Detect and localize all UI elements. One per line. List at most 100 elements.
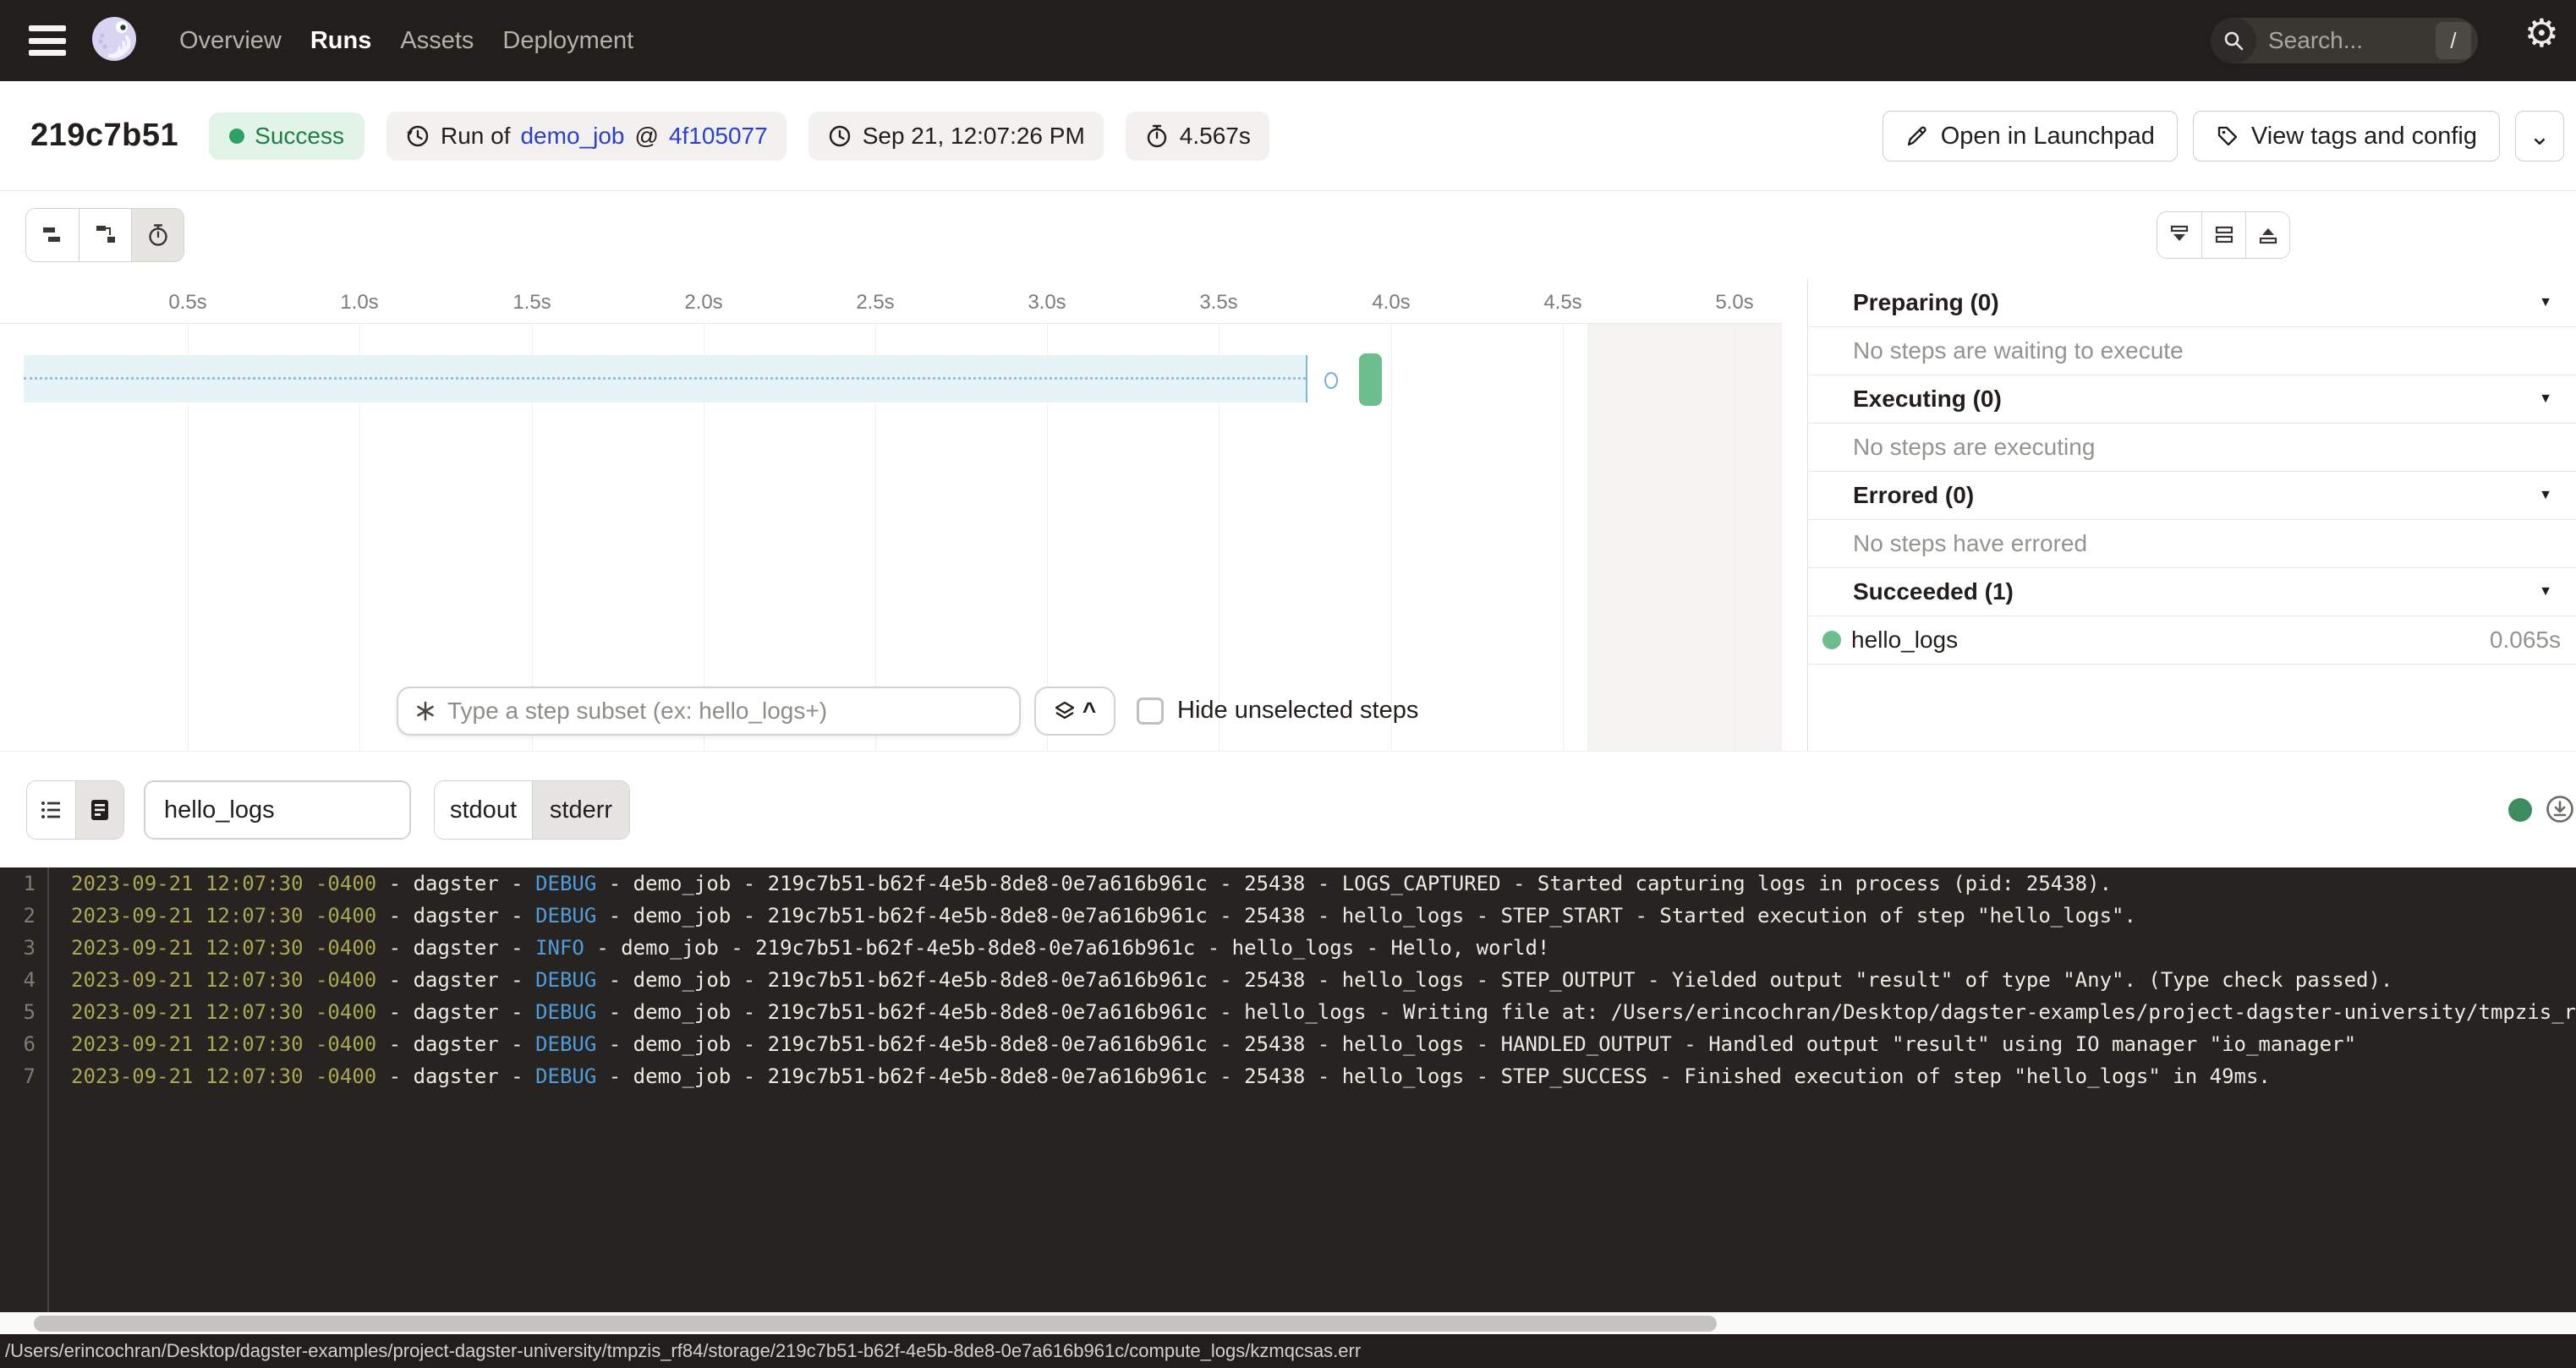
rows-button[interactable]: [2201, 212, 2245, 258]
log-line: 32023-09-21 12:07:30 -0400 - dagster - I…: [0, 932, 2576, 964]
step-expand-group: [2157, 211, 2290, 259]
panel-empty-row: No steps have errored: [1808, 520, 2576, 568]
nav-item-deployment[interactable]: Deployment: [502, 27, 633, 55]
graph-query-toggle-button[interactable]: ^: [1034, 687, 1115, 736]
panel-section-succeeded[interactable]: Succeeded (1) ▼: [1808, 568, 2576, 616]
raw-log-output: 12023-09-21 12:07:30 -0400 - dagster - D…: [0, 867, 2576, 1312]
gantt-toolbar: Hide not started steps Re-execute all (*…: [0, 191, 2576, 279]
stopwatch-icon: [1144, 123, 1170, 149]
expand-down-button[interactable]: [2157, 212, 2201, 258]
top-nav: Overview Runs Assets Deployment Search..…: [0, 0, 2576, 81]
log-toolbar: stdout stderr: [0, 751, 2576, 867]
step-subset-filter: [397, 687, 1021, 736]
step-bar-hello-logs[interactable]: [1359, 353, 1382, 406]
caret-down-icon: ▼: [2539, 488, 2552, 503]
search-input[interactable]: Search... /: [2211, 18, 2478, 63]
log-view-mode-group: [26, 780, 124, 840]
axis-line: [0, 323, 1782, 324]
step-status-panel: Preparing (0) ▼ No steps are waiting to …: [1807, 279, 2576, 751]
download-log-icon[interactable]: [2544, 793, 2576, 825]
collapse-up-button[interactable]: [2245, 212, 2289, 258]
axis-tick: 3.0s: [1028, 291, 1066, 315]
dagster-logo-icon[interactable]: [90, 14, 140, 68]
gantt-chart: 0.5s 1.0s 1.5s 2.0s 2.5s 3.0s 3.5s 4.0s …: [0, 279, 1806, 751]
axis-tick: 4.0s: [1372, 291, 1410, 315]
panel-step-row-hello-logs[interactable]: hello_logs 0.065s: [1808, 616, 2576, 665]
more-actions-button[interactable]: ⌄: [2515, 111, 2564, 161]
panel-section-executing[interactable]: Executing (0) ▼: [1808, 375, 2576, 424]
menu-icon[interactable]: [29, 25, 68, 56]
tab-stdout[interactable]: stdout: [435, 781, 532, 839]
log-line: 62023-09-21 12:07:30 -0400 - dagster - D…: [0, 1028, 2576, 1060]
run-id-title: 219c7b51: [30, 118, 178, 154]
duration-tag: 4.567s: [1126, 112, 1269, 161]
status-badge: Success: [209, 112, 364, 160]
log-path-statusbar: /Users/erincochran/Desktop/dagster-examp…: [0, 1334, 2576, 1368]
gutter-divider: [47, 867, 49, 1312]
search-placeholder: Search...: [2268, 27, 2436, 54]
open-in-launchpad-button[interactable]: Open in Launchpad: [1883, 111, 2178, 161]
nav-items: Overview Runs Assets Deployment: [179, 27, 633, 55]
caret-down-icon: ▼: [2539, 584, 2552, 599]
layers-icon: [1054, 700, 1076, 722]
horizontal-scrollbar-thumb[interactable]: [34, 1316, 1717, 1332]
horizontal-scrollbar-track[interactable]: [0, 1312, 2576, 1334]
hide-unselected-row: Hide unselected steps: [1137, 697, 1418, 725]
search-icon: [2211, 18, 2256, 63]
panel-empty-row: No steps are executing: [1808, 424, 2576, 472]
view-flat-button[interactable]: [26, 209, 79, 261]
pencil-icon: [1905, 124, 1929, 148]
step-success-dot-icon: [1822, 631, 1841, 649]
axis-tick: 0.5s: [168, 291, 206, 315]
log-file-path: /Users/erincochran/Desktop/dagster-examp…: [5, 1340, 1361, 1362]
view-tags-config-button[interactable]: View tags and config: [2193, 111, 2500, 161]
nav-item-runs[interactable]: Runs: [310, 27, 372, 55]
axis-tick: 1.0s: [340, 291, 378, 315]
raw-log-view-button[interactable]: [75, 781, 123, 839]
log-step-filter-input[interactable]: [144, 780, 411, 840]
axis-tick: 5.0s: [1715, 291, 1753, 315]
log-line: 52023-09-21 12:07:30 -0400 - dagster - D…: [0, 996, 2576, 1028]
step-subset-input[interactable]: [447, 698, 1019, 725]
log-line: 72023-09-21 12:07:30 -0400 - dagster - D…: [0, 1060, 2576, 1092]
caret-down-icon: ▼: [2539, 391, 2552, 407]
axis-tick: 2.5s: [856, 291, 894, 315]
axis-tick: 1.5s: [512, 291, 551, 315]
step-waiting-bar[interactable]: [24, 355, 1307, 402]
search-shortcut-key: /: [2436, 22, 2471, 59]
view-timed-button[interactable]: [131, 209, 184, 261]
log-line: 42023-09-21 12:07:30 -0400 - dagster - D…: [0, 964, 2576, 996]
axis-tick: 3.5s: [1199, 291, 1237, 315]
header-actions: Open in Launchpad View tags and config ⌄: [1883, 81, 2564, 191]
run-of-tag: Run of demo_job @ 4f105077: [386, 112, 787, 161]
timestamp-tag: Sep 21, 12:07:26 PM: [808, 112, 1104, 161]
nav-item-assets[interactable]: Assets: [400, 27, 474, 55]
history-icon: [405, 123, 430, 149]
clock-icon: [827, 123, 852, 149]
panel-section-errored[interactable]: Errored (0) ▼: [1808, 472, 2576, 520]
tab-stderr[interactable]: stderr: [532, 781, 629, 839]
chevron-down-icon: ⌄: [2529, 122, 2550, 151]
nav-item-overview[interactable]: Overview: [179, 27, 282, 55]
success-dot-icon: [229, 129, 244, 144]
op-selector-icon: [414, 699, 437, 723]
caret-down-icon: ▼: [2539, 295, 2552, 310]
panel-empty-row: No steps are waiting to execute: [1808, 327, 2576, 375]
hide-unselected-label: Hide unselected steps: [1177, 697, 1418, 725]
axis-tick: 2.0s: [684, 291, 722, 315]
hide-unselected-checkbox[interactable]: [1137, 698, 1164, 725]
commit-link[interactable]: 4f105077: [669, 123, 768, 150]
job-link[interactable]: demo_job: [520, 123, 624, 150]
stdout-stderr-group: stdout stderr: [434, 780, 630, 840]
log-line: 12023-09-21 12:07:30 -0400 - dagster - D…: [0, 867, 2576, 900]
post-run-shaded-region: [1587, 324, 1782, 751]
structured-log-view-button[interactable]: [27, 781, 75, 839]
log-capture-status-dot: [2508, 798, 2532, 822]
log-line: 22023-09-21 12:07:30 -0400 - dagster - D…: [0, 900, 2576, 932]
tag-icon: [2216, 124, 2239, 148]
step-marker-icon: [1324, 372, 1338, 389]
run-body: 0.5s 1.0s 1.5s 2.0s 2.5s 3.0s 3.5s 4.0s …: [0, 279, 2576, 751]
view-waterfall-button[interactable]: [79, 209, 131, 261]
gear-icon[interactable]: ⚙: [2524, 14, 2559, 52]
panel-section-preparing[interactable]: Preparing (0) ▼: [1808, 279, 2576, 327]
